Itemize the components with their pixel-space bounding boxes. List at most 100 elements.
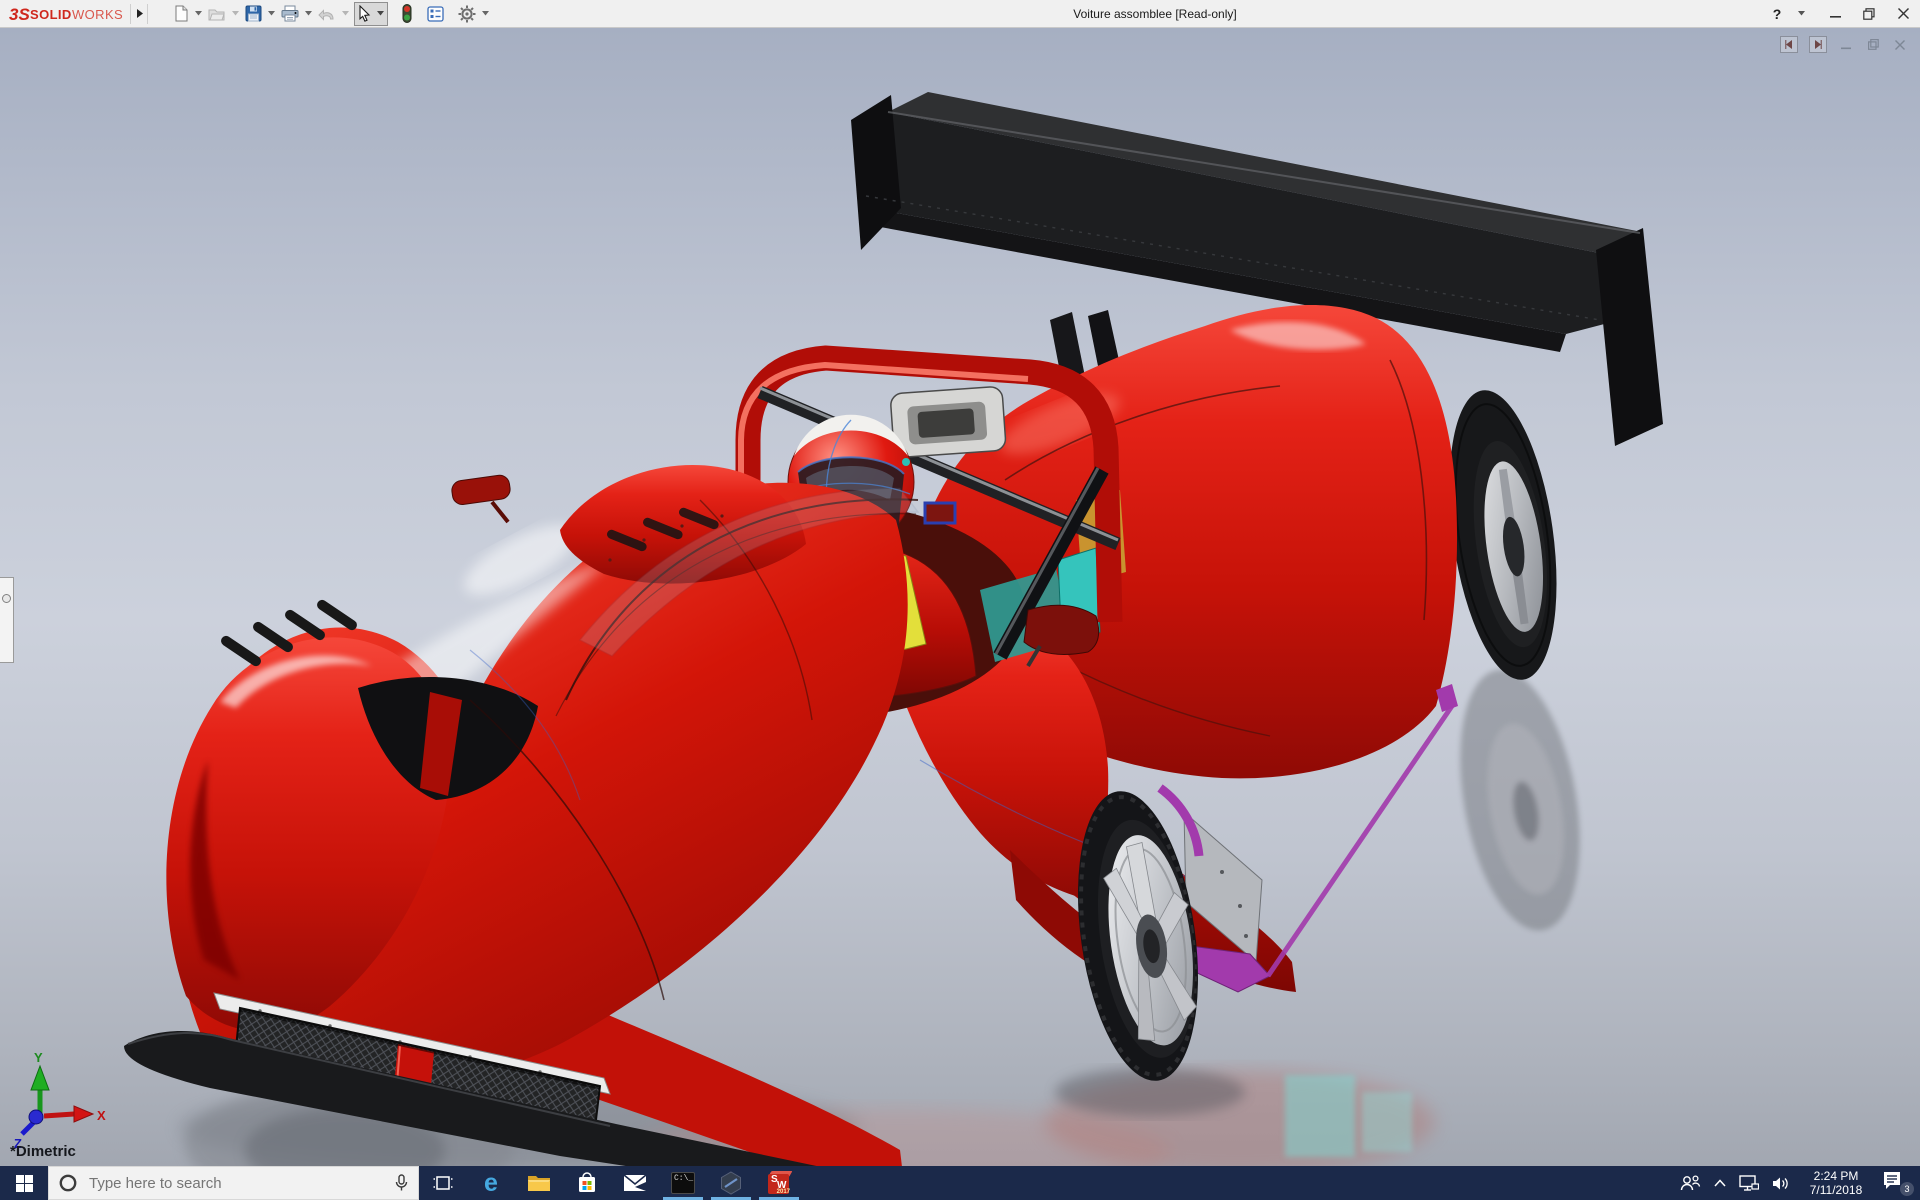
doc-minimize-icon <box>1841 47 1851 49</box>
solidworks-application-window: 3S SOLID WORKS Voiture assomblee [Read-o… <box>0 0 1920 1200</box>
taskbar-solidworks[interactable]: S W 2017 <box>755 1166 803 1200</box>
doc-close-icon <box>1895 39 1905 50</box>
windows-taskbar: e C:\_ <box>0 1166 1920 1200</box>
undo-icon <box>318 9 334 21</box>
minimize-button[interactable] <box>1826 4 1844 24</box>
logo-works: WORKS <box>72 7 123 22</box>
task-view-icon <box>433 1176 453 1190</box>
file-properties-button[interactable] <box>424 2 447 26</box>
windows-logo-icon <box>15 1174 33 1192</box>
rebuild-button[interactable] <box>398 2 416 26</box>
new-document-button[interactable] <box>170 2 192 26</box>
document-window-controls <box>1780 36 1908 53</box>
title-bar: 3S SOLID WORKS Voiture assomblee [Read-o… <box>0 0 1920 28</box>
tray-overflow-button[interactable] <box>1714 1179 1726 1187</box>
edge-icon: e <box>484 1168 498 1197</box>
restore-button[interactable] <box>1860 4 1878 24</box>
file-explorer-icon <box>528 1176 550 1191</box>
solidworks-2017-icon: S W 2017 <box>767 1171 793 1195</box>
doc-close-button[interactable] <box>1892 37 1908 52</box>
rebuild-traffic-light-icon <box>402 4 412 23</box>
open-dropdown[interactable] <box>229 2 242 26</box>
taskbar-edrawings[interactable] <box>707 1166 755 1200</box>
doc-restore-button[interactable] <box>1865 37 1881 52</box>
window-title: Voiture assomblee [Read-only] <box>1073 7 1237 21</box>
triad-y-label: Y <box>34 1050 43 1065</box>
network-display-icon <box>1739 1175 1759 1191</box>
print-dropdown[interactable] <box>302 2 315 26</box>
undo-dropdown[interactable] <box>339 2 352 26</box>
cortana-icon <box>59 1174 77 1192</box>
flyout-arrow-icon <box>136 9 143 18</box>
open-button[interactable] <box>205 2 229 26</box>
new-document-icon <box>175 5 188 22</box>
harness-buckle <box>923 501 957 525</box>
action-center-button[interactable]: 3 <box>1882 1171 1914 1196</box>
mail-icon <box>623 1174 647 1191</box>
pane-left-button[interactable] <box>1780 36 1798 53</box>
speaker-icon <box>1773 1177 1788 1189</box>
file-properties-icon <box>427 5 444 22</box>
save-button[interactable] <box>242 2 265 26</box>
triad-x-label: X <box>97 1108 106 1123</box>
featuremanager-collapsed-tab[interactable] <box>0 577 14 663</box>
save-dropdown[interactable] <box>265 2 278 26</box>
view-orientation-label: *Dimetric <box>10 1143 76 1160</box>
volume-button[interactable] <box>1772 1176 1790 1191</box>
quick-toolbar <box>170 0 492 27</box>
select-cursor-icon <box>359 5 371 22</box>
doc-minimize-button[interactable] <box>1838 37 1854 52</box>
logo-mark: 3S <box>9 5 30 24</box>
window-controls: ? <box>1768 0 1912 27</box>
new-document-dropdown[interactable] <box>192 2 205 26</box>
chevron-up-icon <box>1714 1179 1726 1187</box>
car-3d-model: Y X Z <box>0 27 1920 1166</box>
air-intake <box>890 386 1007 458</box>
search-input[interactable] <box>87 1173 385 1193</box>
taskbar-command-prompt[interactable]: C:\_ <box>659 1166 707 1200</box>
logo-solid: SOLID <box>30 7 72 22</box>
print-button[interactable] <box>278 2 302 26</box>
task-view-button[interactable] <box>419 1166 467 1200</box>
microphone-icon[interactable] <box>395 1174 408 1192</box>
options-button[interactable] <box>455 2 479 26</box>
taskbar-search[interactable] <box>48 1166 419 1200</box>
command-prompt-icon: C:\_ <box>671 1172 695 1194</box>
options-dropdown[interactable] <box>479 2 492 26</box>
start-button[interactable] <box>0 1166 48 1200</box>
notification-badge: 3 <box>1900 1182 1914 1196</box>
pane-right-icon <box>1815 40 1822 49</box>
undo-button[interactable] <box>315 2 339 26</box>
pane-pin-icon <box>2 594 11 603</box>
tray-time: 2:24 PM <box>1813 1169 1859 1183</box>
graphics-viewport[interactable]: Y X Z *Dimetric <box>0 27 1920 1166</box>
help-button[interactable]: ? <box>1768 4 1786 24</box>
minimize-icon <box>1829 16 1841 18</box>
restore-icon <box>1863 7 1875 20</box>
close-icon <box>1897 8 1909 19</box>
close-button[interactable] <box>1894 4 1912 24</box>
select-tool-button[interactable] <box>354 1 388 26</box>
taskbar-file-explorer[interactable] <box>515 1166 563 1200</box>
system-tray: 2:24 PM 7/11/2018 3 <box>1679 1166 1920 1200</box>
print-icon <box>281 5 299 22</box>
people-button[interactable] <box>1679 1175 1701 1191</box>
pane-left-icon <box>1785 40 1792 49</box>
network-button[interactable] <box>1739 1175 1759 1191</box>
menu-flyout-arrow[interactable] <box>130 3 148 24</box>
people-icon <box>1680 1175 1701 1191</box>
store-icon <box>579 1172 595 1192</box>
select-dropdown[interactable] <box>376 11 385 16</box>
gear-icon <box>458 5 476 22</box>
pane-right-button[interactable] <box>1809 36 1827 53</box>
solidworks-logo: 3S SOLID WORKS <box>0 0 130 27</box>
help-dropdown[interactable] <box>1792 4 1810 24</box>
save-icon <box>245 5 262 22</box>
action-center-icon <box>1884 1172 1900 1189</box>
taskbar-edge[interactable]: e <box>467 1166 515 1200</box>
edrawings-icon <box>721 1171 741 1195</box>
taskbar-store[interactable] <box>563 1166 611 1200</box>
taskbar-mail[interactable] <box>611 1166 659 1200</box>
tray-date: 7/11/2018 <box>1809 1183 1863 1197</box>
tray-clock[interactable]: 2:24 PM 7/11/2018 <box>1803 1169 1869 1197</box>
